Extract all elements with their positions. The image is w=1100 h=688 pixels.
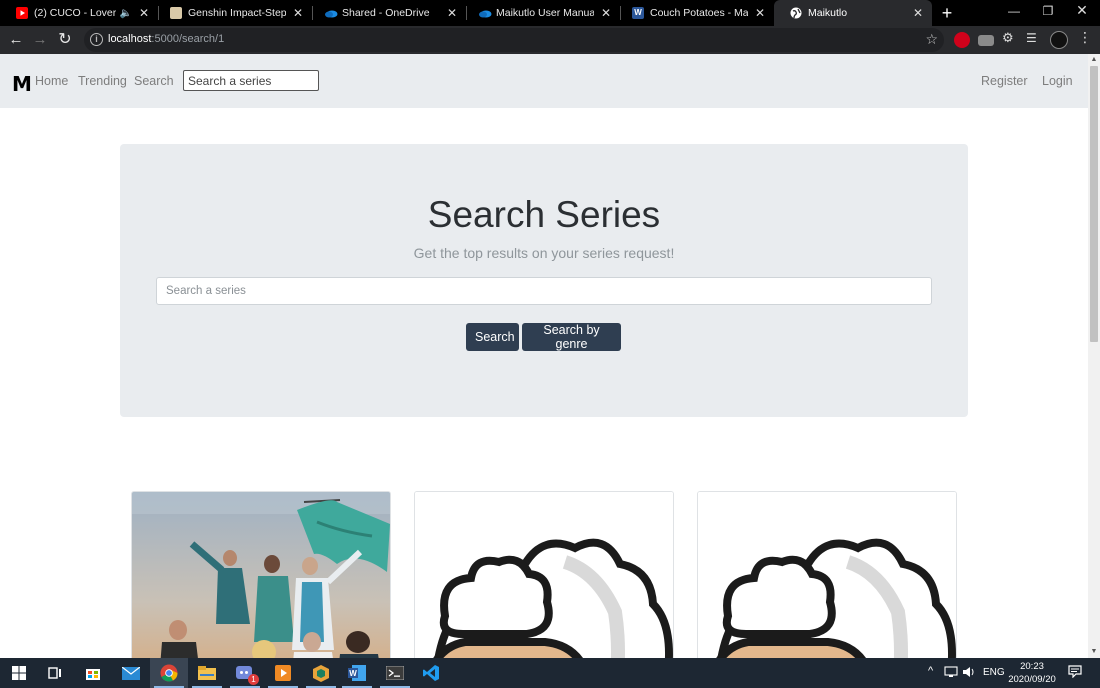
mail-icon[interactable] [112, 658, 150, 688]
tab-label: Maikutlo User Manual - C [496, 7, 594, 19]
avatar[interactable] [1050, 31, 1068, 49]
url-text[interactable]: localhost:5000/search/1 [108, 33, 224, 45]
tab-label: Maikutlo [808, 7, 848, 19]
series-card[interactable] [697, 491, 957, 658]
series-card[interactable] [131, 491, 391, 658]
page-subtitle: Get the top results on your series reque… [413, 245, 675, 261]
url-host: localhost [108, 33, 152, 45]
page-scrollbar[interactable]: ▲ ▼ [1088, 54, 1100, 658]
url-path: :5000/search/1 [151, 33, 225, 45]
tab-label: Genshin Impact-Step into [188, 7, 286, 19]
minimize-icon[interactable]: — [1006, 4, 1022, 18]
tab-genshin[interactable]: Genshin Impact-Step into ✕ [154, 0, 312, 26]
series-poster-image[interactable] [132, 492, 391, 658]
svg-text:W: W [349, 669, 357, 678]
clock-date: 2020/09/20 [1008, 674, 1056, 685]
tab-onedrive-shared[interactable]: Shared - OneDrive ✕ [308, 0, 466, 26]
clock-time: 20:23 [1020, 661, 1044, 672]
tab-maikutlo-active[interactable]: Maikutlo ✕ [774, 0, 932, 26]
close-tab-icon[interactable]: ✕ [912, 6, 924, 20]
nav-trending-link[interactable]: Trending [78, 74, 127, 88]
scroll-down-icon[interactable]: ▼ [1090, 648, 1098, 656]
language-indicator[interactable]: ENG [983, 667, 1005, 678]
web-page: M Home Trending Search Register Login Se… [0, 54, 1088, 658]
notification-badge: 1 [248, 674, 259, 685]
address-bar[interactable]: i localhost:5000/search/1 ☆ [84, 28, 944, 52]
file-explorer-icon[interactable] [188, 658, 226, 688]
nav-home-link[interactable]: Home [35, 74, 68, 88]
extensions-puzzle-icon[interactable]: ⚙ [1002, 30, 1018, 46]
show-hidden-icons-icon[interactable]: ^ [928, 665, 933, 677]
media-player-icon[interactable] [264, 658, 302, 688]
site-info-icon[interactable]: i [90, 33, 103, 46]
brand-logo[interactable]: M [12, 72, 32, 96]
tab-label: Shared - OneDrive [342, 7, 430, 19]
windows-start-icon[interactable] [0, 658, 38, 688]
nav-search-link[interactable]: Search [134, 74, 174, 88]
onedrive-icon [324, 7, 338, 19]
login-link[interactable]: Login [1042, 74, 1073, 88]
store-icon[interactable] [74, 658, 112, 688]
scroll-up-icon[interactable]: ▲ [1090, 56, 1098, 64]
genshin-icon [170, 7, 182, 19]
media-queue-icon[interactable]: ☰ [1026, 31, 1042, 47]
back-icon[interactable]: ← [6, 30, 26, 50]
restore-icon[interactable]: ❐ [1040, 4, 1056, 18]
youtube-icon [16, 7, 28, 19]
browser-menu-icon[interactable]: ⋮ [1078, 29, 1094, 45]
onedrive-icon [478, 7, 492, 19]
close-tab-icon[interactable]: ✕ [292, 6, 304, 20]
browser-toolbar: ← → ↻ i localhost:5000/search/1 ☆ ⚙ ☰ ⋮ [0, 26, 1100, 54]
system-clock[interactable]: 20:23 2020/09/20 [1006, 660, 1058, 686]
terminal-icon[interactable] [376, 658, 414, 688]
register-link[interactable]: Register [981, 74, 1028, 88]
browser-tab-strip: (2) CUCO - Lover is a 🔈 ✕ Genshin Impact… [0, 0, 1100, 26]
page-title: Search Series [427, 194, 661, 235]
navbar-search-input[interactable] [183, 70, 319, 91]
site-navbar: M Home Trending Search Register Login [0, 54, 1088, 108]
close-tab-icon[interactable]: ✕ [446, 6, 458, 20]
forward-icon[interactable]: → [30, 30, 50, 50]
close-tab-icon[interactable]: ✕ [138, 6, 150, 20]
extension-cast-icon[interactable] [978, 35, 994, 46]
close-tab-icon[interactable]: ✕ [754, 6, 766, 20]
task-view-icon[interactable] [36, 658, 74, 688]
tab-user-manual[interactable]: Maikutlo User Manual - C ✕ [462, 0, 620, 26]
search-button[interactable]: Search [466, 323, 519, 351]
network-icon[interactable] [944, 666, 958, 681]
tab-label: (2) CUCO - Lover is a [34, 7, 116, 19]
reload-icon[interactable]: ↻ [55, 30, 75, 50]
speaker-icon[interactable]: 🔈 [120, 8, 132, 19]
close-window-icon[interactable]: ✕ [1074, 2, 1090, 19]
action-center-icon[interactable] [1068, 665, 1082, 681]
scrollbar-thumb[interactable] [1090, 66, 1098, 342]
search-hero: Search Series Get the top results on you… [120, 144, 968, 417]
sheep-placeholder-image[interactable] [415, 492, 674, 658]
sheep-placeholder-image[interactable] [698, 492, 957, 658]
windows-taskbar: 1 W ^ ENG 20:23 2020/09/20 [0, 658, 1100, 688]
vscode-icon[interactable] [412, 658, 450, 688]
series-card[interactable] [414, 491, 674, 658]
bookmark-star-icon[interactable]: ☆ [925, 31, 938, 48]
series-search-input[interactable] [156, 277, 932, 305]
extension-adblock-icon[interactable] [954, 32, 970, 48]
discord-icon[interactable]: 1 [226, 658, 264, 688]
globe-icon [790, 7, 802, 19]
chrome-icon[interactable] [150, 658, 188, 688]
tab-youtube[interactable]: (2) CUCO - Lover is a 🔈 ✕ [0, 0, 158, 26]
tab-couch-potatoes[interactable]: W Couch Potatoes - Maikutl ✕ [616, 0, 774, 26]
word-icon: W [632, 7, 644, 19]
new-tab-button[interactable]: + [938, 3, 956, 24]
close-tab-icon[interactable]: ✕ [600, 6, 612, 20]
search-by-genre-button[interactable]: Search by genre [522, 323, 621, 351]
tab-label: Couch Potatoes - Maikutl [650, 7, 748, 19]
vpn-icon[interactable] [302, 658, 340, 688]
volume-icon[interactable] [962, 666, 976, 681]
word-icon[interactable]: W [338, 658, 376, 688]
